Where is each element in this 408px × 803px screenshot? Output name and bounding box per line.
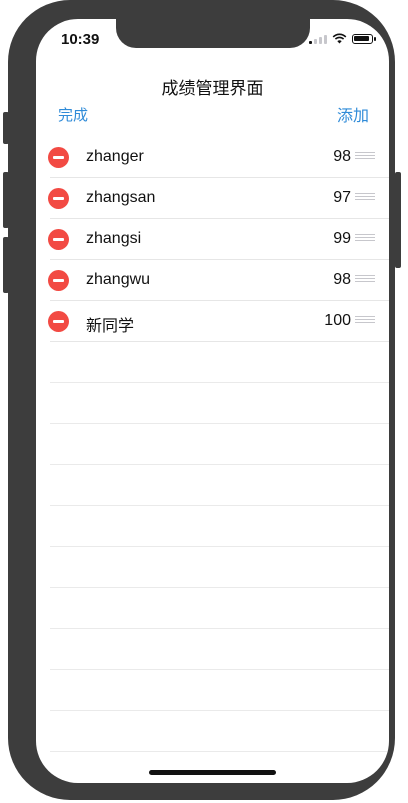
done-button[interactable]: 完成: [58, 104, 88, 125]
page-title: 成绩管理界面: [161, 79, 264, 99]
delete-icon[interactable]: [48, 311, 69, 332]
status-time: 10:39: [61, 31, 100, 48]
student-score: 99: [333, 230, 351, 247]
row-divider: [50, 751, 389, 752]
delete-icon[interactable]: [48, 270, 69, 291]
delete-icon[interactable]: [48, 147, 69, 168]
empty-row: [36, 506, 389, 547]
signal-icon: [309, 34, 327, 44]
table-row[interactable]: zhangsan 97: [36, 178, 389, 219]
student-score: 100: [324, 312, 351, 329]
table-row[interactable]: 新同学 100: [36, 301, 389, 342]
student-table: zhanger 98 zhangsan 97 zhangsi 99 zhangw…: [36, 137, 389, 752]
battery-icon: [352, 33, 376, 44]
wifi-icon: [332, 33, 347, 44]
student-name: zhangwu: [86, 271, 151, 288]
notch: [116, 19, 310, 48]
table-row[interactable]: zhangwu 98: [36, 260, 389, 301]
empty-row: [36, 342, 389, 383]
reorder-handle-icon[interactable]: [355, 234, 375, 244]
table-row[interactable]: zhangsi 99: [36, 219, 389, 260]
empty-row: [36, 424, 389, 465]
student-name: zhangsi: [86, 230, 142, 247]
delete-icon[interactable]: [48, 229, 69, 250]
empty-row: [36, 588, 389, 629]
student-name: 新同学: [86, 318, 135, 335]
reorder-handle-icon[interactable]: [355, 193, 375, 203]
reorder-handle-icon[interactable]: [355, 152, 375, 162]
student-name: zhangsan: [86, 189, 156, 206]
reorder-handle-icon[interactable]: [355, 316, 375, 326]
delete-icon[interactable]: [48, 188, 69, 209]
table-row[interactable]: zhanger 98: [36, 137, 389, 178]
empty-row: [36, 670, 389, 711]
phone-frame: 10:39 成绩管理界面 完成 添加 zhanger 98 zhangsan 9…: [8, 0, 395, 800]
student-score: 98: [333, 271, 351, 288]
home-indicator[interactable]: [149, 770, 276, 775]
student-score: 97: [333, 189, 351, 206]
reorder-handle-icon[interactable]: [355, 275, 375, 285]
screen: 10:39 成绩管理界面 完成 添加 zhanger 98 zhangsan 9…: [36, 19, 389, 783]
empty-row: [36, 547, 389, 588]
power-button[interactable]: [395, 172, 401, 268]
status-icons: [309, 33, 376, 44]
empty-row: [36, 383, 389, 424]
add-button[interactable]: 添加: [337, 102, 369, 126]
empty-row: [36, 711, 389, 752]
empty-row: [36, 465, 389, 506]
empty-row: [36, 629, 389, 670]
student-name: zhanger: [86, 148, 144, 165]
student-score: 98: [333, 148, 351, 165]
